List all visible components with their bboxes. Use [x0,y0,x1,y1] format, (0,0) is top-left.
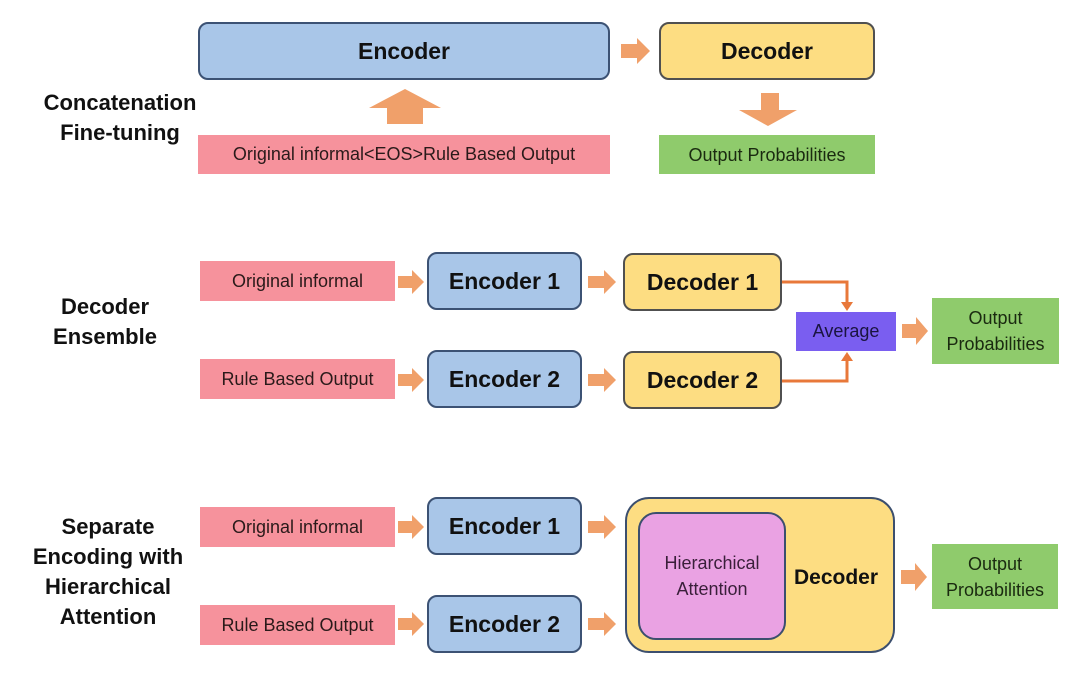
ensemble-input2-label: Rule Based Output [221,368,374,389]
ensemble-label-line1: Decoder [60,294,150,319]
arrow-input-to-encoder [369,89,441,124]
hierarchical-output-line2: Probabilities [945,579,1045,600]
ensemble-label-line2: Ensemble [53,324,157,349]
concat-output-box: Output Probabilities [659,135,875,174]
ensemble-average-box: Average [796,312,896,351]
ensemble-output-box: Output Probabilities [932,298,1059,364]
connector-decoder2-to-average [782,360,849,383]
arrow-encoder2-to-decoder-h [588,612,616,636]
ensemble-input1-box: Original informal [200,261,395,301]
hierarchical-encoder1-box: Encoder 1 [427,497,582,555]
hierarchical-label-line4: Attention [59,604,157,629]
ensemble-decoder1-box: Decoder 1 [623,253,782,311]
hierarchical-decoder-text: Decoder [793,566,879,589]
ensemble-decoder2-label: Decoder 2 [646,366,759,393]
ensemble-decoder1-label: Decoder 1 [646,268,759,295]
concat-decoder-label: Decoder [720,37,814,64]
ensemble-average-label: Average [812,321,880,341]
attention-line2: Attention [676,579,748,599]
concat-label-line2: Fine-tuning [60,120,180,145]
hierarchical-output-line1: Output [967,553,1023,574]
ensemble-decoder2-box: Decoder 2 [623,351,782,409]
concat-input-label: Original informal<EOS>Rule Based Output [232,144,576,164]
ensemble-input1-label: Original informal [231,270,364,291]
arrow-encoder-to-decoder [621,38,650,64]
ensemble-section-label: Decoder Ensemble [20,290,190,354]
arrow-encoder2-to-decoder2 [588,368,616,392]
ensemble-encoder1-box: Encoder 1 [427,252,582,310]
ensemble-output-line2: Probabilities [946,334,1045,354]
arrow-input1-to-encoder1 [398,270,424,294]
hierarchical-encoder2-label: Encoder 2 [448,610,561,637]
arrow-decoder-to-output [739,93,797,126]
attention-line1: Hierarchical [664,553,760,573]
arrow-encoder1-to-decoder-h [588,515,616,539]
ensemble-output-line1: Output [968,308,1023,328]
hierarchical-attention-box: Hierarchical Attention [638,512,786,640]
connector-head-down [841,302,853,311]
hierarchical-label-line2: Encoding with [32,544,184,569]
arrow-encoder1-to-decoder1 [588,270,616,294]
hierarchical-label-line3: Hierarchical [45,574,171,599]
concat-input-box: Original informal<EOS>Rule Based Output [198,135,610,174]
hierarchical-input2-label: Rule Based Output [221,614,374,635]
concat-decoder-box: Decoder [659,22,875,80]
concat-label-line1: Concatenation [43,90,197,115]
ensemble-encoder2-label: Encoder 2 [448,365,561,392]
ensemble-input2-box: Rule Based Output [200,359,395,399]
concat-encoder-label: Encoder [357,37,451,64]
hierarchical-section-label: Separate Encoding with Hierarchical Atte… [18,505,198,639]
hierarchical-decoder-label: Decoder [786,560,886,596]
hierarchical-input1-label: Original informal [231,516,364,537]
hierarchical-label-line1: Separate [61,514,155,539]
concat-encoder-box: Encoder [198,22,610,80]
connector-decoder1-to-average [782,280,849,303]
ensemble-encoder1-label: Encoder 1 [448,267,561,294]
arrow-average-to-output [902,317,928,345]
hierarchical-encoder1-label: Encoder 1 [448,512,561,539]
arrow-input2-to-encoder2-h [398,612,424,636]
hierarchical-encoder2-box: Encoder 2 [427,595,582,653]
hierarchical-input2-box: Rule Based Output [200,605,395,645]
arrow-decoder-to-output-h [901,563,927,591]
concat-output-label: Output Probabilities [688,144,846,165]
concat-section-label: Concatenation Fine-tuning [20,86,220,150]
arrow-input1-to-encoder1-h [398,515,424,539]
arrow-input2-to-encoder2 [398,368,424,392]
ensemble-encoder2-box: Encoder 2 [427,350,582,408]
hierarchical-input1-box: Original informal [200,507,395,547]
connector-head-up [841,352,853,361]
hierarchical-output-box: Output Probabilities [932,544,1058,609]
